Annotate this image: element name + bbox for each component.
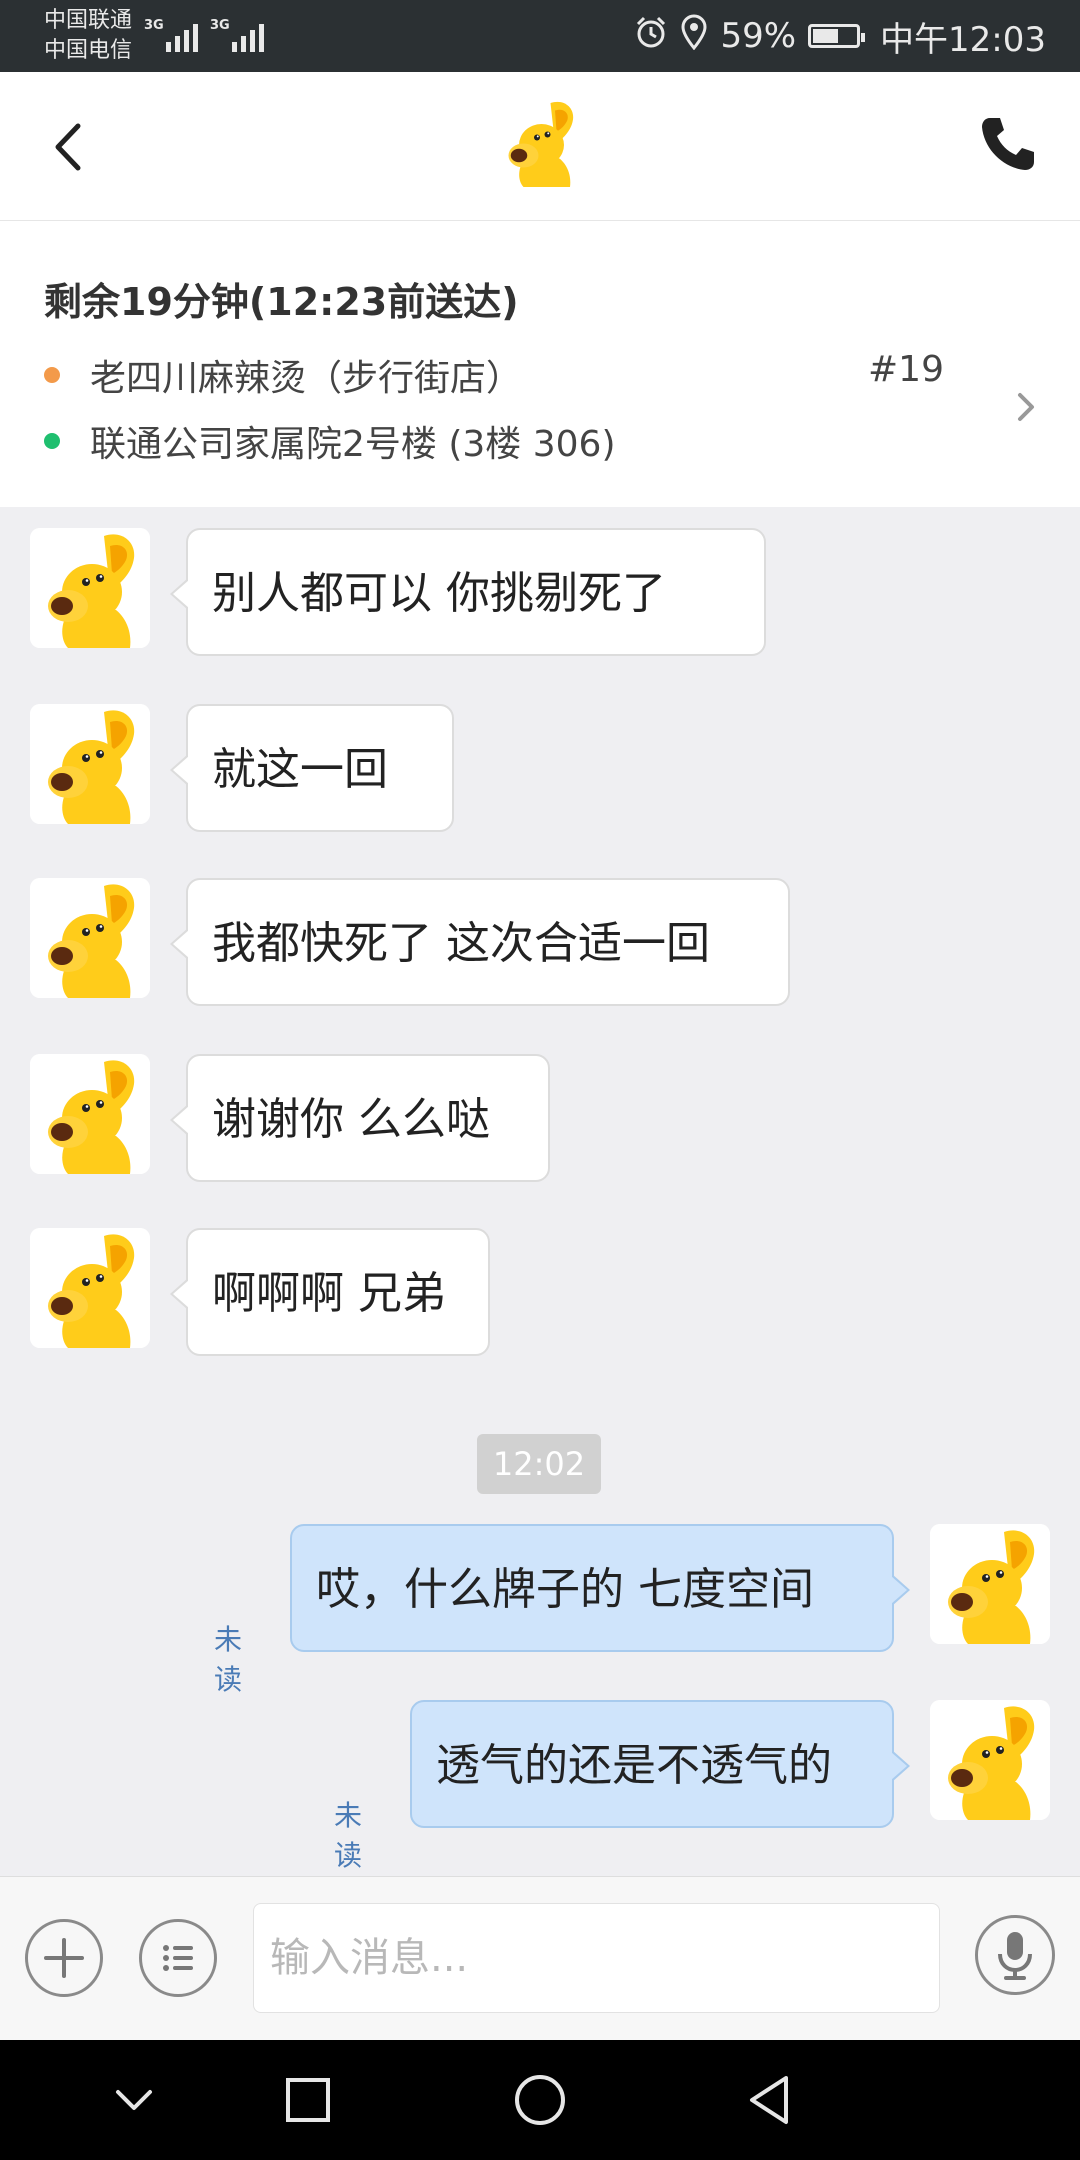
carrier-1: 中国联通 [44,8,133,33]
unread-status: 未读 [334,1799,363,1872]
message-bubble[interactable]: 别人都可以 你挑剔死了 [170,528,766,656]
phone-icon[interactable] [976,112,1040,176]
recent-apps-icon[interactable] [278,2070,338,2130]
chat-header [0,72,1080,221]
network-type-1: 3G [144,18,164,33]
kangaroo-avatar [495,92,585,192]
order-card[interactable]: 剩余19分钟(12:23前送达) 老四川麻辣烫（步行街店） #19 联通公司家属… [0,221,1080,507]
carrier-2: 中国电信 [44,38,133,63]
message-bubble[interactable]: 啊啊啊 兄弟 [170,1228,490,1356]
kangaroo-avatar[interactable] [30,528,150,648]
alarm-icon [634,15,668,58]
order-number: #19 [868,349,944,390]
message-bubble[interactable]: 哎，什么牌子的 七度空间 [290,1524,910,1652]
back-icon[interactable] [740,2070,800,2130]
kangaroo-avatar[interactable] [930,1700,1050,1820]
message-bubble[interactable]: 谢谢你 么么哒 [170,1054,550,1182]
kangaroo-avatar[interactable] [30,1054,150,1174]
delivery-address: 联通公司家属院2号楼 (3楼 306) [90,424,616,465]
plus-icon[interactable] [25,1919,103,1997]
status-bar: 中国联通 中国电信 3G 3G 59% 中午12:03 [0,0,1080,72]
clock: 中午12:03 [880,19,1046,60]
message-bubble[interactable]: 就这一回 [170,704,454,832]
menu-icon[interactable] [139,1919,217,1997]
home-icon[interactable] [510,2070,570,2130]
delivery-eta: 剩余19分钟(12:23前送达) [44,280,519,324]
kangaroo-avatar[interactable] [30,1228,150,1348]
battery-icon [808,24,866,48]
store-row: 老四川麻辣烫（步行街店） [44,349,522,401]
kangaroo-avatar[interactable] [30,878,150,998]
address-row: 联通公司家属院2号楼 (3楼 306) [44,415,616,467]
address-dot [44,433,60,449]
chevron-right-icon[interactable] [1012,387,1040,427]
timestamp-chip: 12:02 [477,1434,601,1494]
message-bubble[interactable]: 我都快死了 这次合适一回 [170,878,790,1006]
system-nav-bar [0,2040,1080,2160]
back-arrow-icon[interactable] [44,112,104,182]
collapse-icon[interactable] [104,2070,164,2130]
kangaroo-avatar[interactable] [30,704,150,824]
microphone-icon[interactable] [975,1915,1055,1995]
carrier-names: 中国联通 中国电信 [44,6,132,66]
battery-percent: 59% [720,16,797,56]
unread-status: 未读 [214,1623,243,1696]
message-input[interactable] [253,1903,940,2013]
store-dot [44,367,60,383]
kangaroo-avatar[interactable] [930,1524,1050,1644]
location-icon [680,14,708,59]
status-icons: 59% 中午12:03 [634,0,1046,72]
store-name: 老四川麻辣烫（步行街店） [90,358,523,399]
message-bubble[interactable]: 透气的还是不透气的 [410,1700,910,1828]
input-bar [0,1876,1080,2041]
network-type-2: 3G [210,18,230,33]
